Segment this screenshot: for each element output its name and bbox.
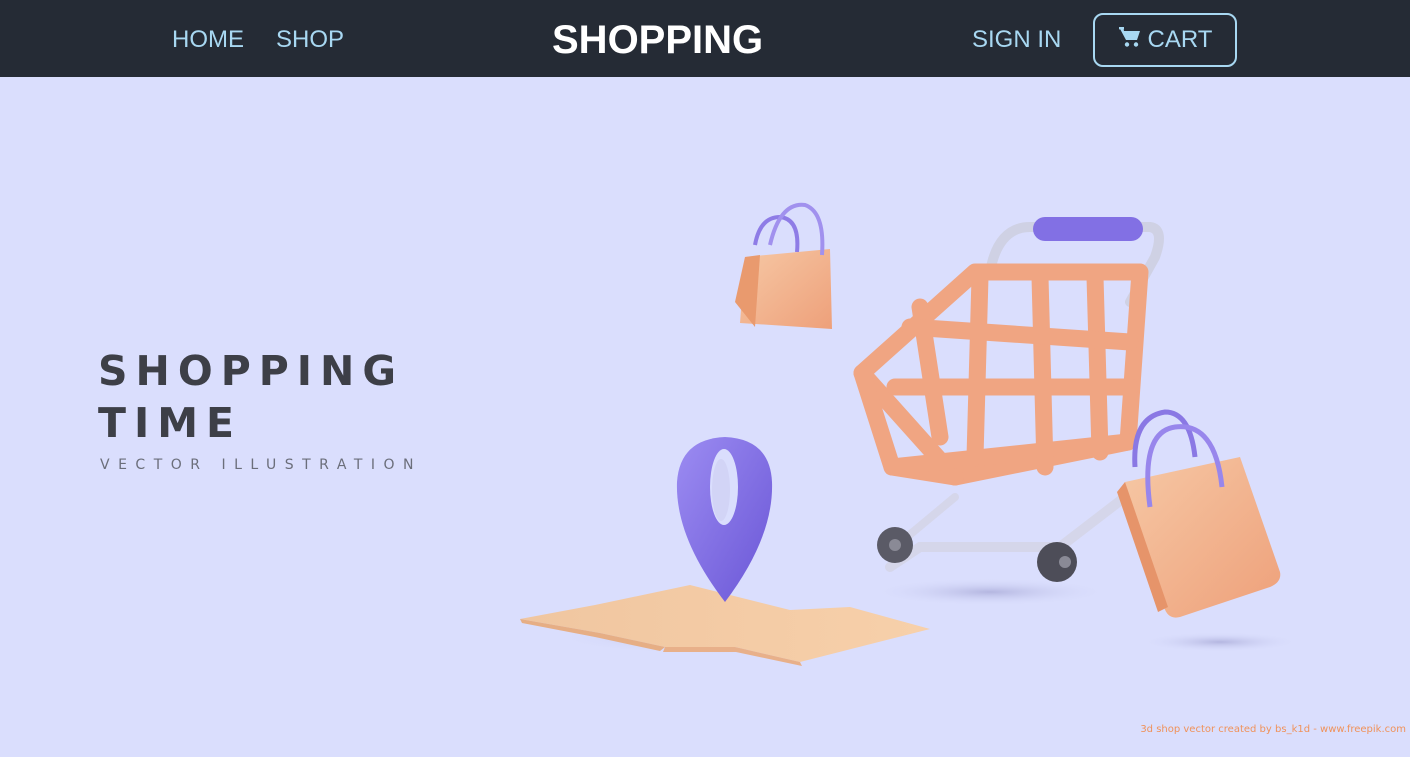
- top-navbar: HOME SHOP SHOPPING SIGN IN CART: [0, 0, 1410, 77]
- small-bag-icon: [735, 202, 832, 329]
- shopping-cart-illustration-icon: [853, 217, 1164, 582]
- image-credit[interactable]: 3d shop vector created by bs_k1d - www.f…: [1140, 724, 1406, 735]
- bag-shadow: [1140, 632, 1300, 652]
- large-bag-icon: [1117, 409, 1281, 618]
- nav-sign-in-link[interactable]: SIGN IN: [972, 26, 1061, 54]
- hero-banner: SHOPPING TIME VECTOR ILLUSTRATION 3d sho…: [0, 77, 1410, 757]
- cart-label: CART: [1147, 26, 1213, 53]
- shopping-illustration: [520, 202, 1300, 666]
- cart-shadow: [870, 578, 1110, 606]
- hero-title: SHOPPING TIME: [98, 345, 404, 449]
- hero-title-line1: SHOPPING: [98, 347, 405, 395]
- location-pin-icon: [676, 437, 773, 602]
- shopping-cart-icon: [1118, 27, 1142, 49]
- nav-home-link[interactable]: HOME: [172, 26, 244, 54]
- hero-subtitle: VECTOR ILLUSTRATION: [100, 457, 422, 473]
- brand-title[interactable]: SHOPPING: [552, 18, 763, 62]
- cart-button[interactable]: CART: [1093, 13, 1237, 67]
- hero-title-line2: TIME: [98, 399, 243, 447]
- nav-shop-link[interactable]: SHOP: [276, 26, 344, 54]
